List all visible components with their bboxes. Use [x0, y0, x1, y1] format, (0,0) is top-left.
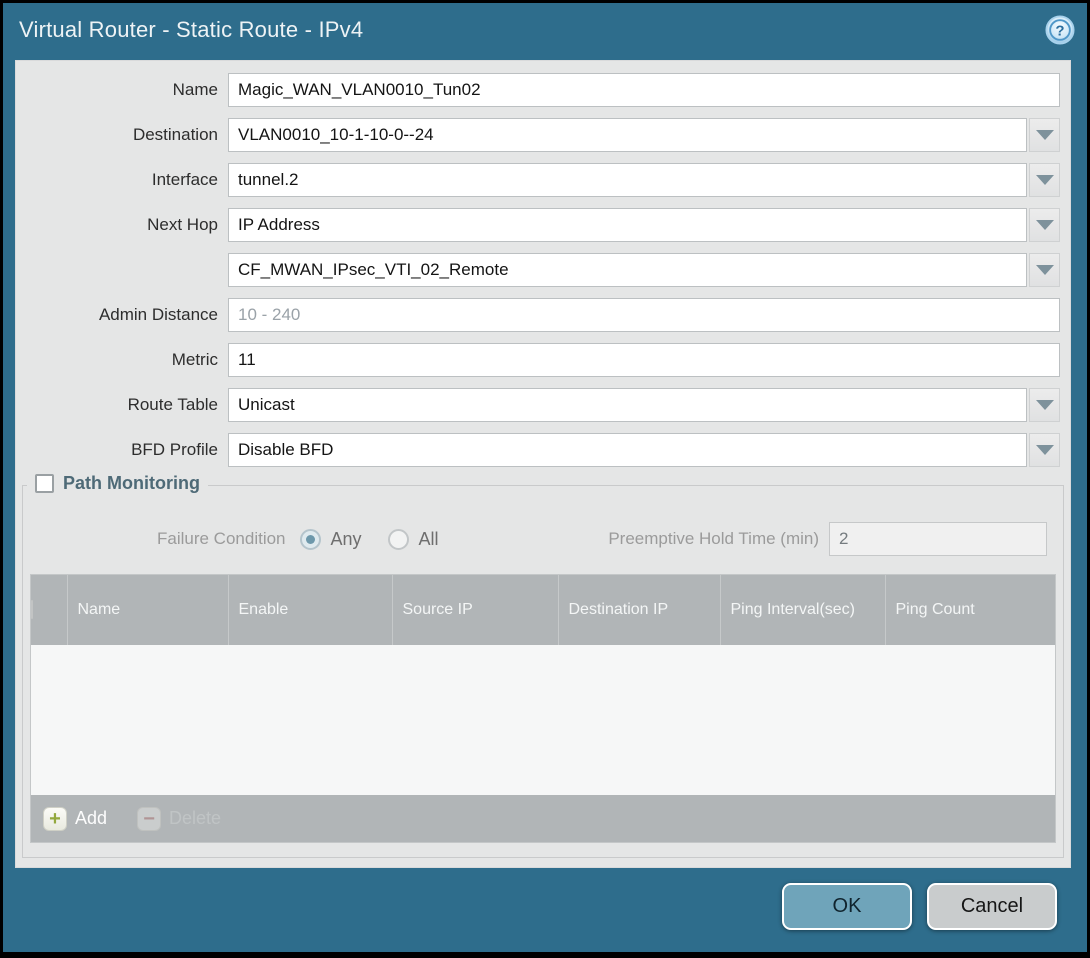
radio-any-label: Any: [331, 529, 362, 550]
next-hop-row: Next Hop: [26, 208, 1060, 242]
path-monitoring-table: Name Enable Source IP Destination IP Pin…: [30, 574, 1056, 843]
failure-condition-radio-group: Any All: [300, 529, 439, 550]
route-table-row: Route Table: [26, 388, 1060, 422]
failure-condition-label: Failure Condition: [157, 529, 286, 549]
cancel-button[interactable]: Cancel: [927, 883, 1057, 930]
col-header-name[interactable]: Name: [67, 575, 228, 645]
bfd-profile-label: BFD Profile: [26, 440, 218, 460]
delete-button[interactable]: − Delete: [137, 807, 221, 831]
table-toolbar: + Add − Delete: [31, 795, 1055, 842]
chevron-down-icon: [1036, 445, 1054, 455]
add-button-label: Add: [75, 808, 107, 829]
next-hop-type-input[interactable]: [228, 208, 1027, 242]
path-monitoring-checkbox[interactable]: [35, 474, 54, 493]
static-route-dialog: Virtual Router - Static Route - IPv4 ? N…: [3, 3, 1087, 952]
interface-label: Interface: [26, 170, 218, 190]
dialog-footer: OK Cancel: [3, 868, 1087, 952]
interface-dropdown-button[interactable]: [1029, 163, 1060, 197]
chevron-down-icon: [1036, 175, 1054, 185]
delete-button-label: Delete: [169, 808, 221, 829]
dialog-content: Name Destination Interface Next Hop Admi…: [15, 60, 1071, 868]
chevron-down-icon: [1036, 265, 1054, 275]
bfd-profile-input[interactable]: [228, 433, 1027, 467]
svg-text:?: ?: [1055, 23, 1064, 40]
admin-distance-label: Admin Distance: [26, 305, 218, 325]
chevron-down-icon: [1036, 220, 1054, 230]
dialog-titlebar: Virtual Router - Static Route - IPv4 ?: [3, 3, 1087, 57]
metric-input[interactable]: [228, 343, 1060, 377]
path-monitoring-section: Path Monitoring Failure Condition Any Al…: [22, 485, 1064, 858]
radio-all-label: All: [419, 529, 439, 550]
path-monitoring-legend: Path Monitoring: [27, 473, 208, 494]
col-header-ping-interval[interactable]: Ping Interval(sec): [720, 575, 885, 645]
add-button[interactable]: + Add: [43, 807, 107, 831]
radio-option-all[interactable]: All: [388, 529, 439, 550]
destination-row: Destination: [26, 118, 1060, 152]
bfd-profile-row: BFD Profile: [26, 433, 1060, 467]
name-label: Name: [26, 80, 218, 100]
col-header-destination-ip[interactable]: Destination IP: [558, 575, 720, 645]
interface-input[interactable]: [228, 163, 1027, 197]
admin-distance-input[interactable]: [228, 298, 1060, 332]
dialog-title: Virtual Router - Static Route - IPv4: [3, 17, 363, 43]
minus-icon: −: [137, 807, 161, 831]
admin-distance-row: Admin Distance: [26, 298, 1060, 332]
route-table-input[interactable]: [228, 388, 1027, 422]
col-header-source-ip[interactable]: Source IP: [392, 575, 558, 645]
route-table-dropdown-button[interactable]: [1029, 388, 1060, 422]
plus-icon: +: [43, 807, 67, 831]
metric-row: Metric: [26, 343, 1060, 377]
help-icon[interactable]: ?: [1045, 15, 1075, 45]
chevron-down-icon: [1036, 130, 1054, 140]
route-table-label: Route Table: [26, 395, 218, 415]
col-header-enable[interactable]: Enable: [228, 575, 392, 645]
destination-dropdown-button[interactable]: [1029, 118, 1060, 152]
next-hop-dropdown-button[interactable]: [1029, 208, 1060, 242]
name-row: Name: [26, 73, 1060, 107]
table-header-row: Name Enable Source IP Destination IP Pin…: [31, 575, 1055, 645]
col-header-ping-count[interactable]: Ping Count: [885, 575, 1055, 645]
preemptive-hold-time-input[interactable]: [829, 522, 1047, 556]
destination-label: Destination: [26, 125, 218, 145]
select-all-header: [31, 575, 67, 645]
interface-row: Interface: [26, 163, 1060, 197]
next-hop-label: Next Hop: [26, 215, 218, 235]
radio-all-unselected[interactable]: [388, 529, 409, 550]
metric-label: Metric: [26, 350, 218, 370]
preemptive-hold-time-group: Preemptive Hold Time (min): [608, 522, 1047, 556]
path-monitoring-title: Path Monitoring: [63, 473, 200, 494]
table-body-empty: [31, 645, 1055, 795]
ok-button[interactable]: OK: [782, 883, 912, 930]
select-all-checkbox[interactable]: [31, 600, 33, 619]
next-hop-address-row: [26, 253, 1060, 287]
radio-any-selected[interactable]: [300, 529, 321, 550]
bfd-profile-dropdown-button[interactable]: [1029, 433, 1060, 467]
failure-condition-row: Failure Condition Any All Preemptive Hol…: [39, 522, 1047, 556]
radio-option-any[interactable]: Any: [300, 529, 362, 550]
name-input[interactable]: [228, 73, 1060, 107]
destination-input[interactable]: [228, 118, 1027, 152]
next-hop-address-input[interactable]: [228, 253, 1027, 287]
chevron-down-icon: [1036, 400, 1054, 410]
preemptive-hold-time-label: Preemptive Hold Time (min): [608, 529, 819, 549]
next-hop-address-dropdown-button[interactable]: [1029, 253, 1060, 287]
